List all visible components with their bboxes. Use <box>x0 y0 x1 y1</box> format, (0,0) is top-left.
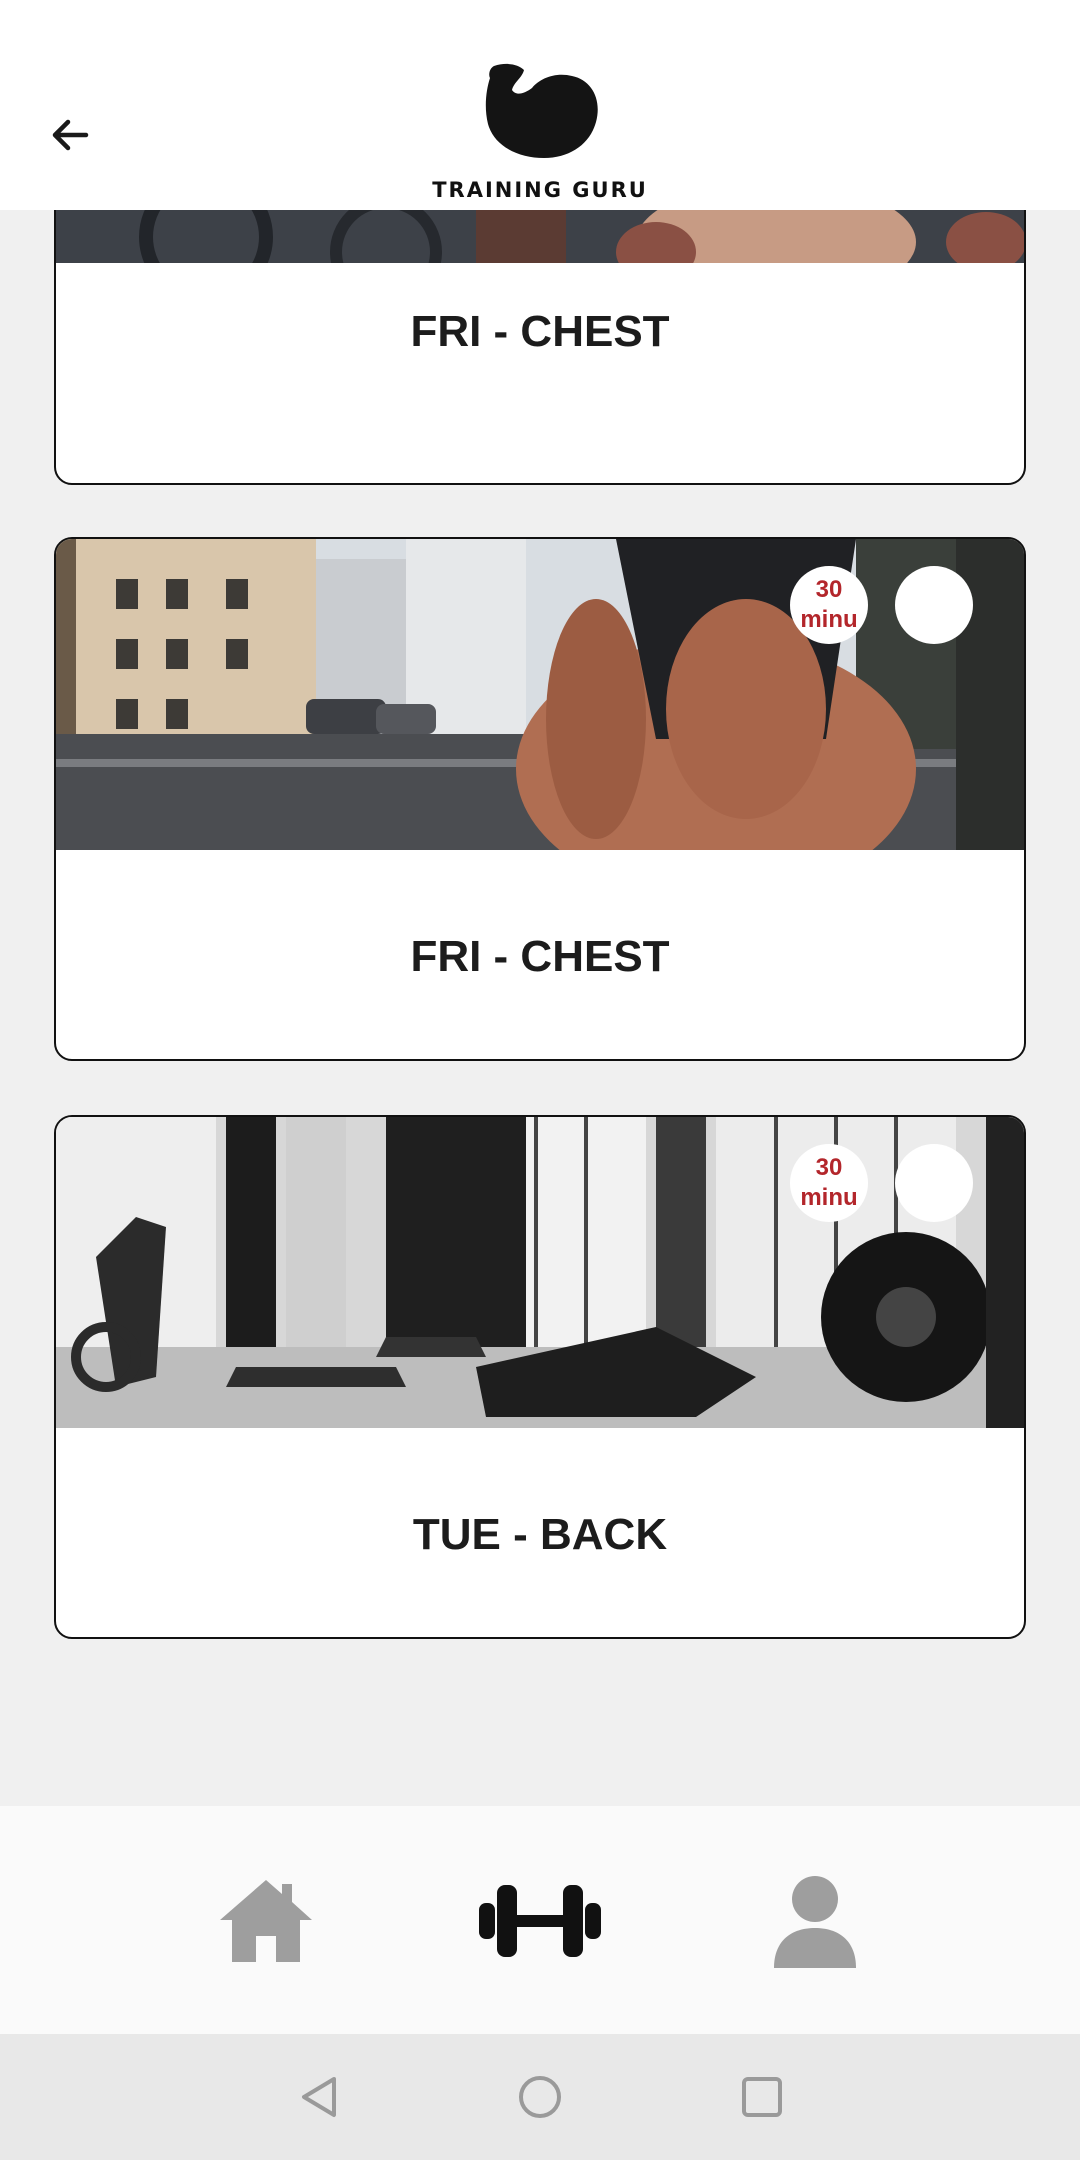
system-navigation-bar <box>0 2034 1080 2160</box>
workout-title: FRI - CHEST <box>410 307 670 356</box>
workout-image: 30 minu <box>56 539 1024 850</box>
home-icon <box>220 1880 312 1962</box>
nav-profile[interactable] <box>745 1856 885 1986</box>
system-back-button[interactable] <box>287 2064 353 2130</box>
system-recents-button[interactable] <box>729 2064 795 2130</box>
duration-badge: 30 minu <box>790 566 868 644</box>
logo-text: TRAINING GURU <box>432 178 648 202</box>
nav-home[interactable] <box>196 1856 336 1986</box>
nav-workouts[interactable] <box>470 1856 610 1986</box>
dumbbell-icon <box>479 1885 601 1957</box>
favorite-toggle[interactable] <box>895 566 973 644</box>
workout-title: FRI - CHEST <box>410 932 670 981</box>
profile-icon <box>774 1876 856 1968</box>
bottom-navigation <box>0 1806 1080 2034</box>
duration-badge: 30 minu <box>790 1144 868 1222</box>
app-logo: TRAINING GURU <box>425 60 655 210</box>
app-header: TRAINING GURU <box>0 0 1080 210</box>
arrow-left-icon <box>52 119 89 151</box>
workout-title: TUE - BACK <box>412 1510 668 1559</box>
flexed-arm-icon <box>485 63 598 159</box>
system-home-button[interactable] <box>507 2064 573 2130</box>
triangle-back-icon <box>302 2077 336 2117</box>
back-button[interactable] <box>40 105 100 165</box>
circle-home-icon <box>519 2076 561 2118</box>
workout-card[interactable]: 30 minu TUE - BACK <box>54 1115 1026 1639</box>
workout-card[interactable]: 30 minu FRI - CHEST <box>54 537 1026 1061</box>
square-recents-icon <box>742 2077 782 2117</box>
favorite-toggle[interactable] <box>895 1144 973 1222</box>
workout-image: 30 minu <box>56 1117 1024 1428</box>
